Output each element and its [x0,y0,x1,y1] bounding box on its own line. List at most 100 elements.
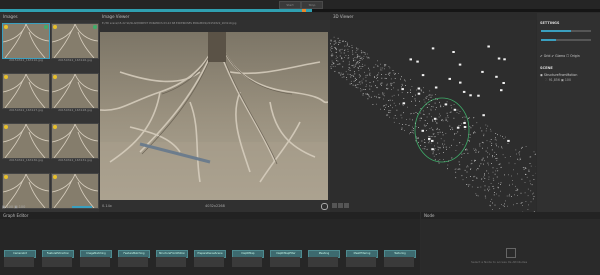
reconstructed-icon [44,25,48,29]
image-preview[interactable] [100,32,328,200]
camera-marker [502,82,505,84]
thumb-size-slider[interactable] [72,206,92,208]
camera-marker [421,129,424,132]
camera-marker [477,94,480,97]
viewer-3d[interactable]: 3D Viewer [330,13,536,213]
camera-marker [500,89,503,92]
camera-marker [463,126,467,128]
node-hint: Select a Node to access its Attributes [471,260,528,264]
camera-marker [458,63,462,66]
node-panel-title: Node [421,212,600,219]
camera-marker [495,75,498,78]
start-button[interactable]: Start [279,1,301,9]
progress-marker [302,9,306,12]
graph-node-body [42,257,72,267]
settings-panel: SETTINGS ✔ Grid ✔ Gizmo ☐ Origin SCENE ◉… [537,13,600,213]
camera-marker [409,58,412,61]
grid-label: Grid [543,54,551,58]
image-path: E:/3D scans/15-22 Sb/SLAM/DIRECT PORAMIC… [102,22,237,25]
camera-marker [497,57,501,60]
thumbnail-label: 20150322_163131.jpg [58,158,92,162]
image-thumbnail[interactable] [51,73,99,109]
info-icon[interactable] [321,203,328,210]
image-thumbnail[interactable] [51,123,99,159]
camera-marker [431,139,434,142]
camera-scale-slider[interactable] [541,39,591,41]
status-dot [4,175,8,179]
scene-cameras: 100 [564,78,571,82]
camera-marker [444,103,448,106]
camera-marker [487,45,490,48]
camera-marker [401,88,404,91]
image-thumbnail[interactable] [2,73,50,109]
camera-marker [452,51,455,53]
images-panel-title: Images [0,13,99,20]
grid-icon[interactable] [338,203,343,208]
graph-node-body [118,257,148,267]
thumbnail-label: 20150322_163126.jpg [58,58,92,62]
camera-marker [469,94,472,97]
image-thumbnail[interactable] [2,173,50,209]
status-dot [4,25,8,29]
camera-marker [503,58,506,61]
status-dot [4,125,8,129]
camera-marker [507,139,510,142]
camera-marker [428,137,431,140]
status-dot [53,125,57,129]
camera-marker [453,108,457,111]
stop-button[interactable]: Stop [301,1,323,9]
camera-marker [431,148,434,151]
thumbnail-label: 20150322_163128.jpg [58,108,92,112]
origin-label: Origin [570,54,580,58]
thumbnail-label: 20150322_163127.jpg [9,108,43,112]
image-thumbnail[interactable] [51,173,99,209]
scene-points: 91,856 [548,78,560,82]
image-count-icon-2: ▣ [14,205,18,209]
status-dot [4,75,8,79]
image-thumbnail[interactable] [51,23,99,59]
node-panel: Node Select a Node to access its Attribu… [421,212,600,275]
grid-checkbox[interactable]: ✔ [540,54,543,58]
thumbnail-label: 20150322_163110.jpg [9,58,43,62]
eye-icon[interactable]: ◉ [540,73,543,77]
camera-icon[interactable] [332,203,337,208]
image-viewer-title: Image Viewer [99,13,330,20]
origin-checkbox[interactable]: ☐ [566,54,569,58]
progress-fill [0,9,312,12]
camera-marker [434,86,438,89]
point-cloud [330,36,536,213]
graph-editor-title: Graph Editor [0,212,420,219]
progress-bar [0,9,600,12]
camera-marker [456,126,460,129]
gizmo-label: Gizmo [555,54,566,58]
layers-icon[interactable] [344,203,349,208]
camera-marker [402,102,406,105]
graph-node-body [232,257,262,267]
gizmo-checkbox[interactable]: ✔ [551,54,554,58]
node-placeholder-icon [506,248,516,258]
image-count-1: 100 [6,205,14,209]
image-thumbnail[interactable] [2,23,50,59]
graph-node-body [270,257,300,267]
image-zoom: 0.14x [102,204,112,208]
scene-item[interactable]: ◉ StructureFromMotion [540,73,577,77]
point-size-slider[interactable] [541,30,591,32]
camera-marker [459,81,462,84]
points-icon: ⁙ [545,78,548,82]
thumbnail-label: 20150322_163130.jpg [9,158,43,162]
cameras-icon: ▣ [560,78,564,82]
graph-node-body [4,257,34,267]
camera-marker [482,114,485,117]
status-dot [53,25,57,29]
scene-item-label: StructureFromMotion [543,73,578,77]
status-dot [53,75,57,79]
images-footer: ▣ 100 ▣ 100 [2,205,25,209]
status-dot [53,175,57,179]
graph-node-body [156,257,186,267]
reconstructed-icon [93,25,97,29]
roots-photo [100,32,328,200]
viewer-3d-title: 3D Viewer [330,13,536,20]
image-thumbnail[interactable] [2,123,50,159]
camera-marker [417,87,421,90]
camera-marker [462,90,466,93]
